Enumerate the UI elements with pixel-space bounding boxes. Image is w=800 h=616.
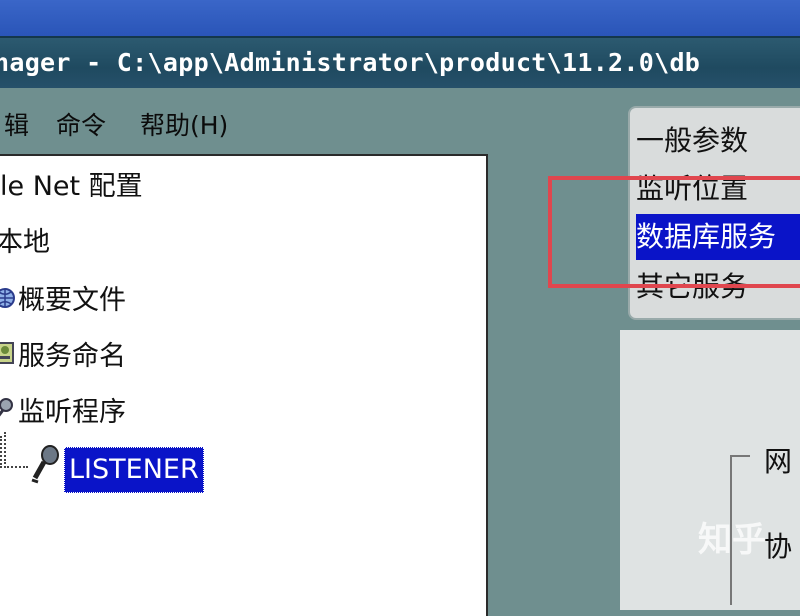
details-group-label: 网 <box>764 445 793 478</box>
tree-connector-horizontal <box>4 466 28 468</box>
details-protocol-label: 协 <box>764 530 793 563</box>
tree-node-net-config-label: le Net 配置 <box>0 170 143 202</box>
tree-connector-vertical <box>0 436 3 468</box>
window-title: nager - C:\app\Administrator\product\11.… <box>0 48 701 77</box>
tree-node-local-label: 本地 <box>0 226 50 258</box>
tree-connector-vertical-2 <box>4 432 7 464</box>
watermark-text: 知乎 <box>698 520 766 560</box>
globe-icon <box>0 281 16 321</box>
tree-node-listener-label: LISTENER <box>64 447 204 493</box>
tree-node-profile-label: 概要文件 <box>18 284 126 316</box>
menu-help[interactable]: 帮助(H) <box>140 106 228 142</box>
microphone-icon <box>28 444 62 496</box>
navigator-tree-panel <box>0 154 488 616</box>
menu-edit[interactable]: 辑 <box>4 106 29 142</box>
tree-node-local[interactable]: 本地 <box>0 222 50 262</box>
tree-node-service-naming-label: 服务命名 <box>18 340 126 372</box>
tree-node-net-config[interactable]: le Net 配置 <box>0 166 143 206</box>
listener-key-icon <box>0 393 16 433</box>
previous-window-strip <box>0 0 800 36</box>
tree-node-profile[interactable]: 概要文件 <box>0 280 126 320</box>
tree-node-listener[interactable]: LISTENER <box>28 444 204 493</box>
menu-command[interactable]: 命令 <box>56 106 106 142</box>
service-naming-icon <box>0 337 16 377</box>
tree-node-listeners-label: 监听程序 <box>18 396 126 428</box>
group-bracket-tick <box>730 455 750 457</box>
tree-node-listeners[interactable]: 监听程序 <box>0 392 126 432</box>
list-item-general-parameters[interactable]: 一般参数 <box>636 118 800 164</box>
tree-node-service-naming[interactable]: 服务命名 <box>0 336 126 376</box>
title-bar: nager - C:\app\Administrator\product\11.… <box>0 36 800 90</box>
highlight-annotation-box <box>548 176 800 288</box>
